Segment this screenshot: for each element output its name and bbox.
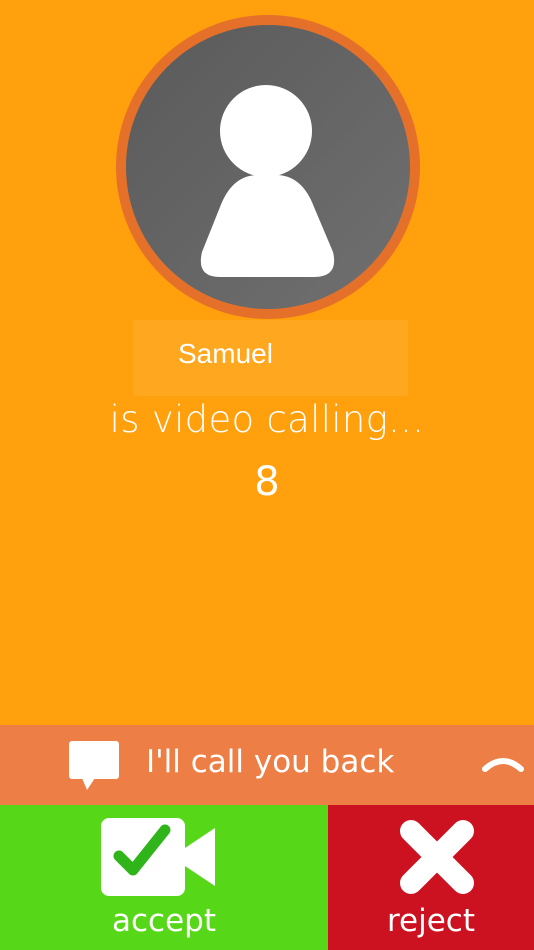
accept-label: accept (112, 903, 216, 939)
caller-avatar-ring (116, 15, 420, 319)
person-placeholder-icon (200, 85, 335, 277)
x-icon (400, 820, 474, 894)
quick-reply-label: I'll call you back (146, 744, 395, 780)
ring-countdown: 8 (254, 459, 280, 505)
quick-reply-bar[interactable]: I'll call you back (0, 725, 534, 805)
reject-label: reject (386, 903, 476, 939)
chevron-up-icon[interactable] (482, 750, 524, 774)
video-check-icon (101, 818, 215, 896)
caller-name: Samuel (178, 338, 273, 369)
call-status-text: is video calling... (109, 398, 425, 441)
caller-avatar (126, 25, 410, 309)
chat-bubble-icon (69, 741, 119, 790)
reject-button[interactable]: reject (328, 805, 534, 950)
caller-name-box: Samuel (133, 320, 408, 396)
accept-button[interactable]: accept (0, 805, 328, 950)
